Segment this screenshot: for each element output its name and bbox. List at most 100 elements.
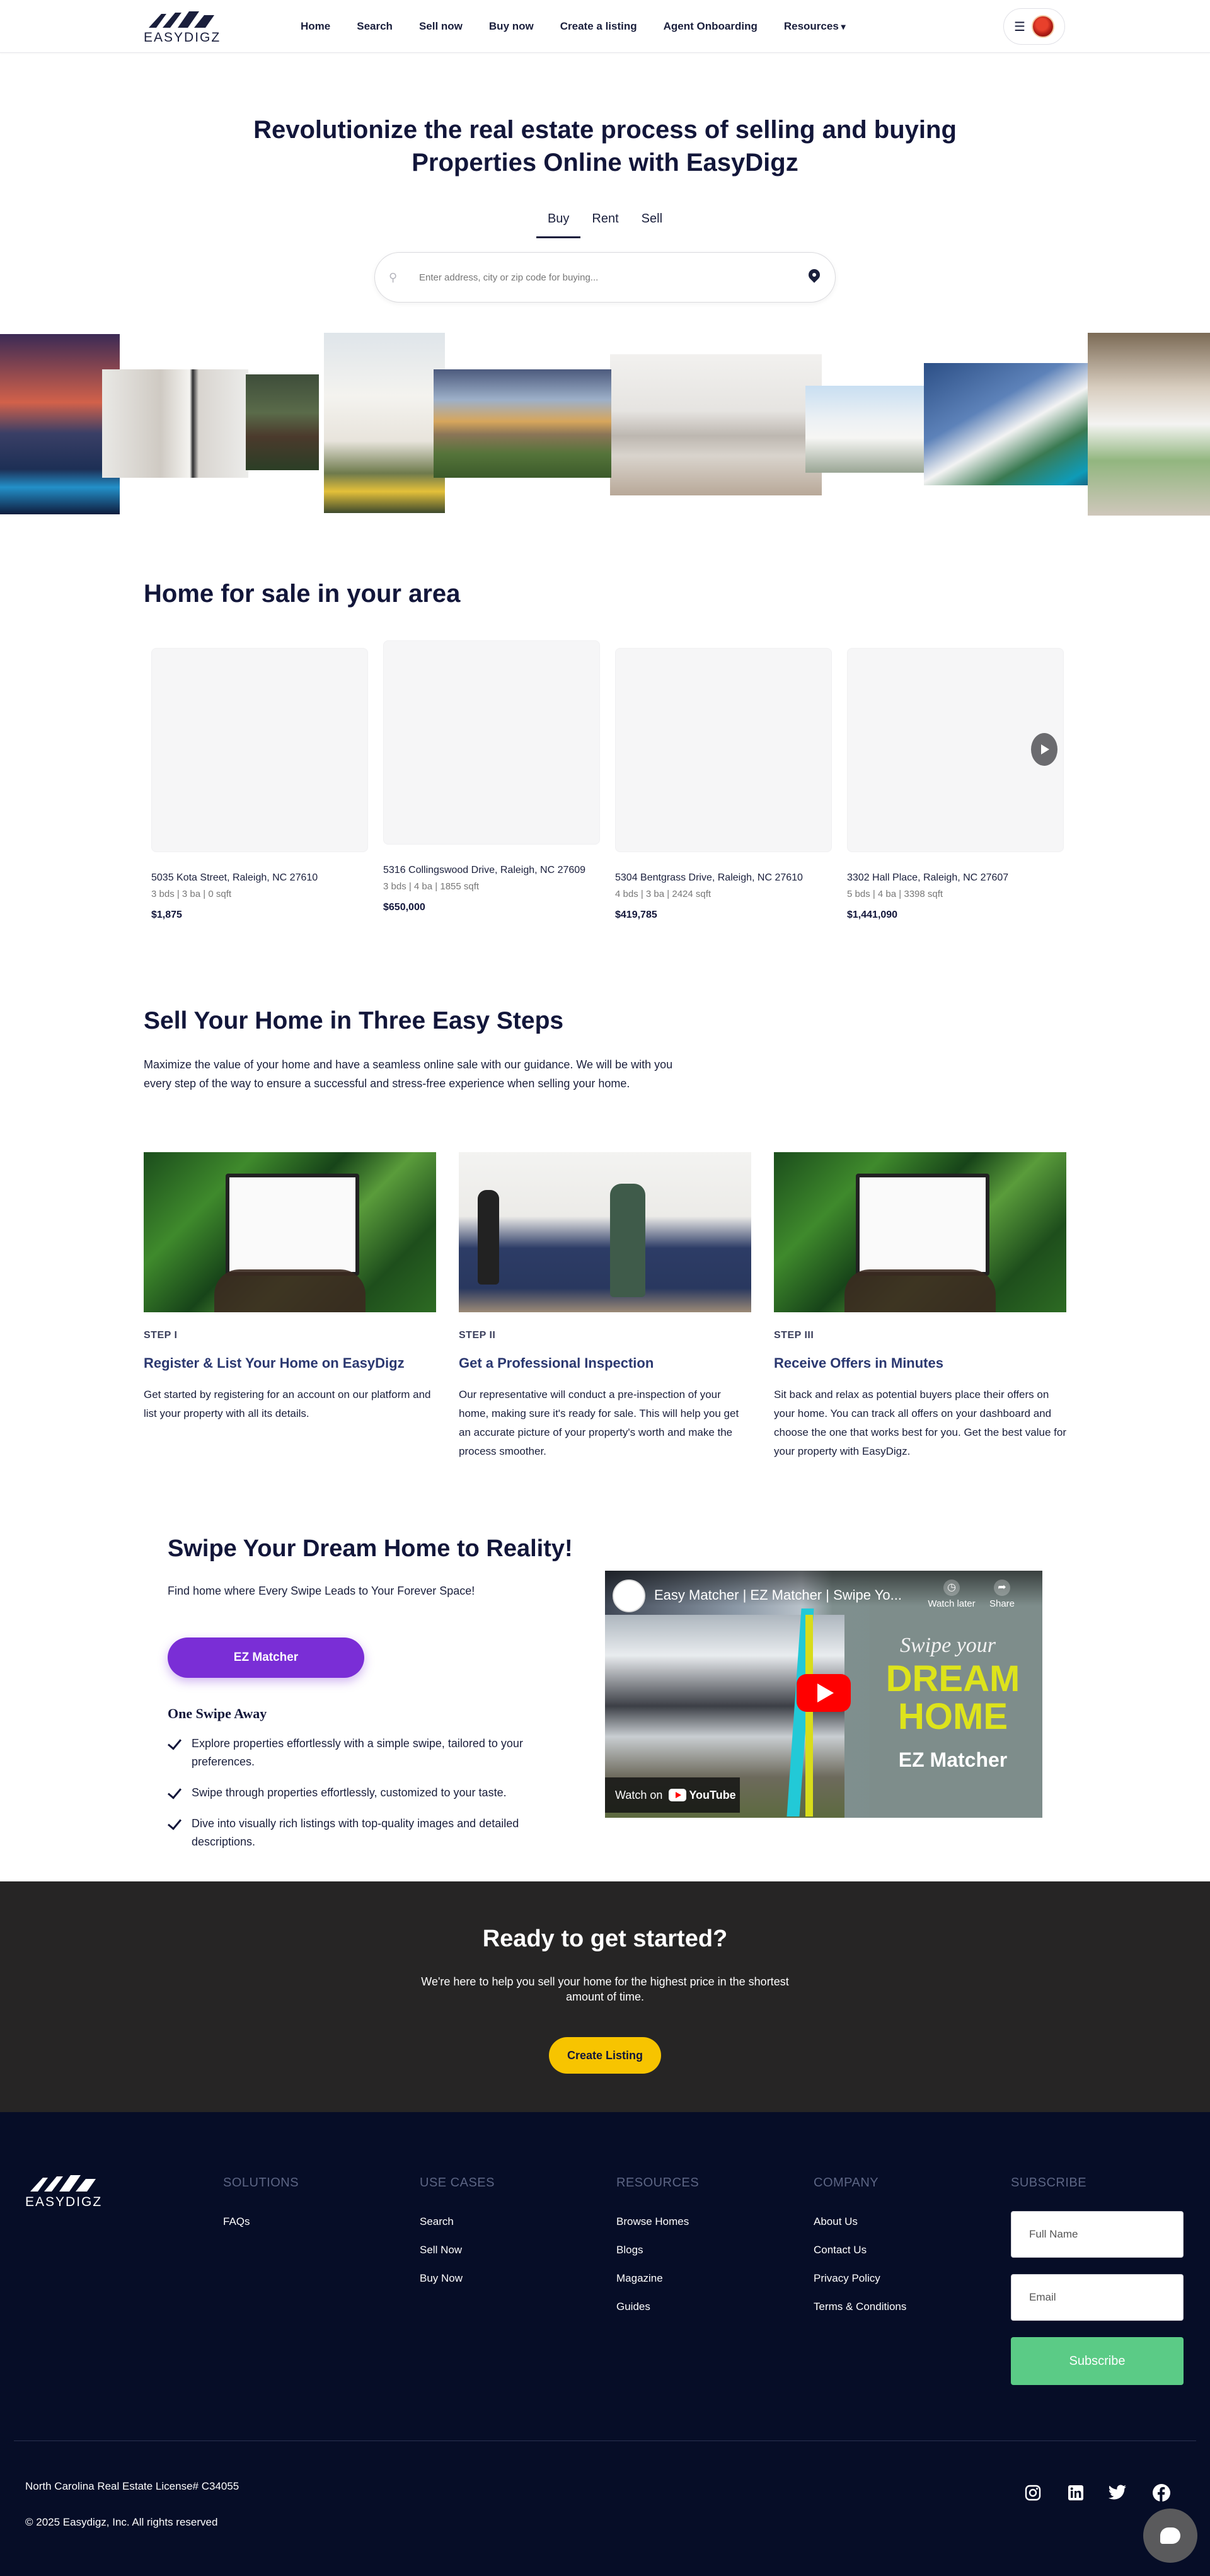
- nav-resources-dropdown[interactable]: Resources: [771, 20, 859, 33]
- instagram-icon[interactable]: [1022, 2482, 1044, 2504]
- subscribe-button[interactable]: Subscribe: [1011, 2337, 1184, 2385]
- footer-column-use-cases: USE CASES Search Sell Now Buy Now: [420, 2176, 495, 2299]
- listing-price: $1,875: [151, 910, 182, 920]
- easydigz-logo[interactable]: EASYDIGZ: [144, 9, 219, 45]
- steps-title: Sell Your Home in Three Easy Steps: [144, 1007, 564, 1034]
- hero-title: Revolutionize the real estate process of…: [227, 113, 983, 179]
- chat-widget-button[interactable]: [1143, 2509, 1197, 2563]
- cta-subtitle: We're here to help you sell your home fo…: [421, 1975, 789, 2003]
- listing-image[interactable]: [383, 640, 600, 845]
- youtube-logo: YouTube: [669, 1789, 736, 1802]
- twitter-icon[interactable]: [1107, 2482, 1128, 2504]
- nav-agent-onboarding[interactable]: Agent Onboarding: [650, 20, 771, 33]
- subscribe-email-field[interactable]: [1011, 2274, 1184, 2321]
- feature-text: Dive into visually rich listings with to…: [192, 1817, 519, 1848]
- search-bar: ⚲: [374, 252, 836, 303]
- listing-address[interactable]: 3302 Hall Place, Raleigh, NC 27607: [847, 871, 1064, 885]
- nav-create-listing[interactable]: Create a listing: [547, 20, 650, 33]
- tab-buy[interactable]: Buy: [536, 208, 581, 238]
- photo-pool-villa: [924, 363, 1108, 485]
- hamburger-icon: ☰: [1014, 20, 1025, 34]
- video-accent-stripe: [805, 1615, 813, 1816]
- listing-card[interactable]: 5316 Collingswood Drive, Raleigh, NC 276…: [383, 640, 600, 913]
- play-button[interactable]: [797, 1674, 851, 1712]
- listing-address[interactable]: 5035 Kota Street, Raleigh, NC 27610: [151, 871, 368, 885]
- footer-link-buy-now[interactable]: Buy Now: [420, 2271, 495, 2285]
- cta-title: Ready to get started?: [482, 1926, 728, 1952]
- listing-card[interactable]: 3302 Hall Place, Raleigh, NC 27607 5 bds…: [847, 648, 1064, 921]
- nav-home[interactable]: Home: [287, 20, 343, 33]
- carousel-next-button[interactable]: [1031, 733, 1057, 766]
- footer-link-sell-now[interactable]: Sell Now: [420, 2243, 495, 2257]
- facebook-icon[interactable]: [1151, 2482, 1172, 2504]
- listing-price: $1,441,090: [847, 910, 898, 920]
- listing-address[interactable]: 5316 Collingswood Drive, Raleigh, NC 276…: [383, 863, 600, 877]
- footer-column-subscribe: SUBSCRIBE: [1011, 2176, 1086, 2214]
- listing-image[interactable]: [151, 648, 368, 852]
- listing-image[interactable]: [615, 648, 832, 852]
- subscribe-name-field[interactable]: [1011, 2211, 1184, 2258]
- share-button[interactable]: ➦ Share: [977, 1580, 1027, 1609]
- footer-link-magazine[interactable]: Magazine: [616, 2271, 699, 2285]
- step-image-laptop: [144, 1152, 436, 1312]
- watch-on-label: Watch on: [615, 1788, 663, 1801]
- footer-heading: USE CASES: [420, 2176, 495, 2190]
- photo-cottage: [246, 374, 319, 470]
- listing-address[interactable]: 5304 Bentgrass Drive, Raleigh, NC 27610: [615, 871, 832, 885]
- logo-wordmark: EASYDIGZ: [25, 2195, 103, 2209]
- step-number: STEP II: [459, 1330, 496, 1341]
- footer-column-resources: RESOURCES Browse Homes Blogs Magazine Gu…: [616, 2176, 699, 2328]
- top-navbar: EASYDIGZ Home Search Sell now Buy now Cr…: [0, 0, 1210, 53]
- nav-search[interactable]: Search: [343, 20, 406, 33]
- nav-buy-now[interactable]: Buy now: [476, 20, 547, 33]
- swipe-subtitle: Find home where Every Swipe Leads to You…: [168, 1585, 475, 1597]
- footer-link-faqs[interactable]: FAQs: [223, 2214, 299, 2229]
- nav-sell-now[interactable]: Sell now: [406, 20, 476, 33]
- user-menu-button[interactable]: ☰: [1003, 8, 1065, 45]
- list-item: Explore properties effortlessly with a s…: [168, 1735, 584, 1771]
- youtube-video-embed[interactable]: Swipe your DREAM HOME EZ Matcher Easy Ma…: [605, 1571, 1042, 1818]
- footer-heading: SUBSCRIBE: [1011, 2176, 1087, 2190]
- one-swipe-heading: One Swipe Away: [168, 1706, 267, 1721]
- listing-meta: 3 bds | 4 ba | 1855 sqft: [383, 881, 480, 892]
- linkedin-icon[interactable]: [1065, 2482, 1086, 2504]
- feature-text: Swipe through properties effortlessly, c…: [192, 1786, 507, 1799]
- ez-matcher-button[interactable]: EZ Matcher: [168, 1637, 364, 1678]
- feature-text: Explore properties effortlessly with a s…: [192, 1737, 523, 1768]
- footer-link-guides[interactable]: Guides: [616, 2299, 699, 2314]
- listing-meta: 4 bds | 3 ba | 2424 sqft: [615, 889, 712, 899]
- footer-link-contact-us[interactable]: Contact Us: [814, 2243, 906, 2257]
- location-pin-icon[interactable]: [807, 268, 821, 287]
- step-card: STEP I Register & List Your Home on Easy…: [144, 1152, 436, 1423]
- step-body: Sit back and relax as potential buyers p…: [774, 1389, 1066, 1457]
- listing-card[interactable]: 5304 Bentgrass Drive, Raleigh, NC 27610 …: [615, 648, 832, 921]
- listings-title: Home for sale in your area: [144, 580, 461, 608]
- youtube-play-icon: [669, 1789, 687, 1801]
- photo-white-villa: [805, 386, 929, 473]
- footer-logo[interactable]: EASYDIGZ: [25, 2172, 101, 2210]
- footer-link-about-us[interactable]: About Us: [814, 2214, 906, 2229]
- copyright-text: © 2025 Easydigz, Inc. All rights reserve…: [25, 2516, 218, 2528]
- listing-meta: 3 bds | 3 ba | 0 sqft: [151, 889, 232, 899]
- tab-sell[interactable]: Sell: [630, 208, 674, 238]
- step-card: STEP III Receive Offers in Minutes Sit b…: [774, 1152, 1066, 1461]
- create-listing-button[interactable]: Create Listing: [549, 2037, 661, 2074]
- listing-card[interactable]: 5035 Kota Street, Raleigh, NC 27610 3 bd…: [151, 648, 368, 921]
- footer-link-privacy-policy[interactable]: Privacy Policy: [814, 2271, 906, 2285]
- watch-on-youtube-button[interactable]: Watch on YouTube: [605, 1777, 740, 1813]
- footer-link-terms[interactable]: Terms & Conditions: [814, 2299, 906, 2314]
- footer-link-browse-homes[interactable]: Browse Homes: [616, 2214, 699, 2229]
- hero-title-line2: Properties Online with EasyDigz: [412, 149, 798, 176]
- step-body: Our representative will conduct a pre-in…: [459, 1389, 739, 1457]
- listing-price: $650,000: [383, 902, 425, 913]
- channel-avatar[interactable]: [613, 1580, 645, 1612]
- video-overlay-dream-home: DREAM HOME: [885, 1658, 1020, 1737]
- watch-later-button[interactable]: ◷ Watch later: [926, 1580, 977, 1609]
- tab-rent[interactable]: Rent: [580, 208, 630, 238]
- footer-link-search[interactable]: Search: [420, 2214, 495, 2229]
- search-input[interactable]: [405, 272, 807, 283]
- video-overlay-brand: EZ Matcher: [898, 1748, 1008, 1771]
- video-title[interactable]: Easy Matcher | EZ Matcher | Swipe Yo...: [654, 1587, 902, 1603]
- search-icon: ⚲: [389, 270, 398, 284]
- footer-link-blogs[interactable]: Blogs: [616, 2243, 699, 2257]
